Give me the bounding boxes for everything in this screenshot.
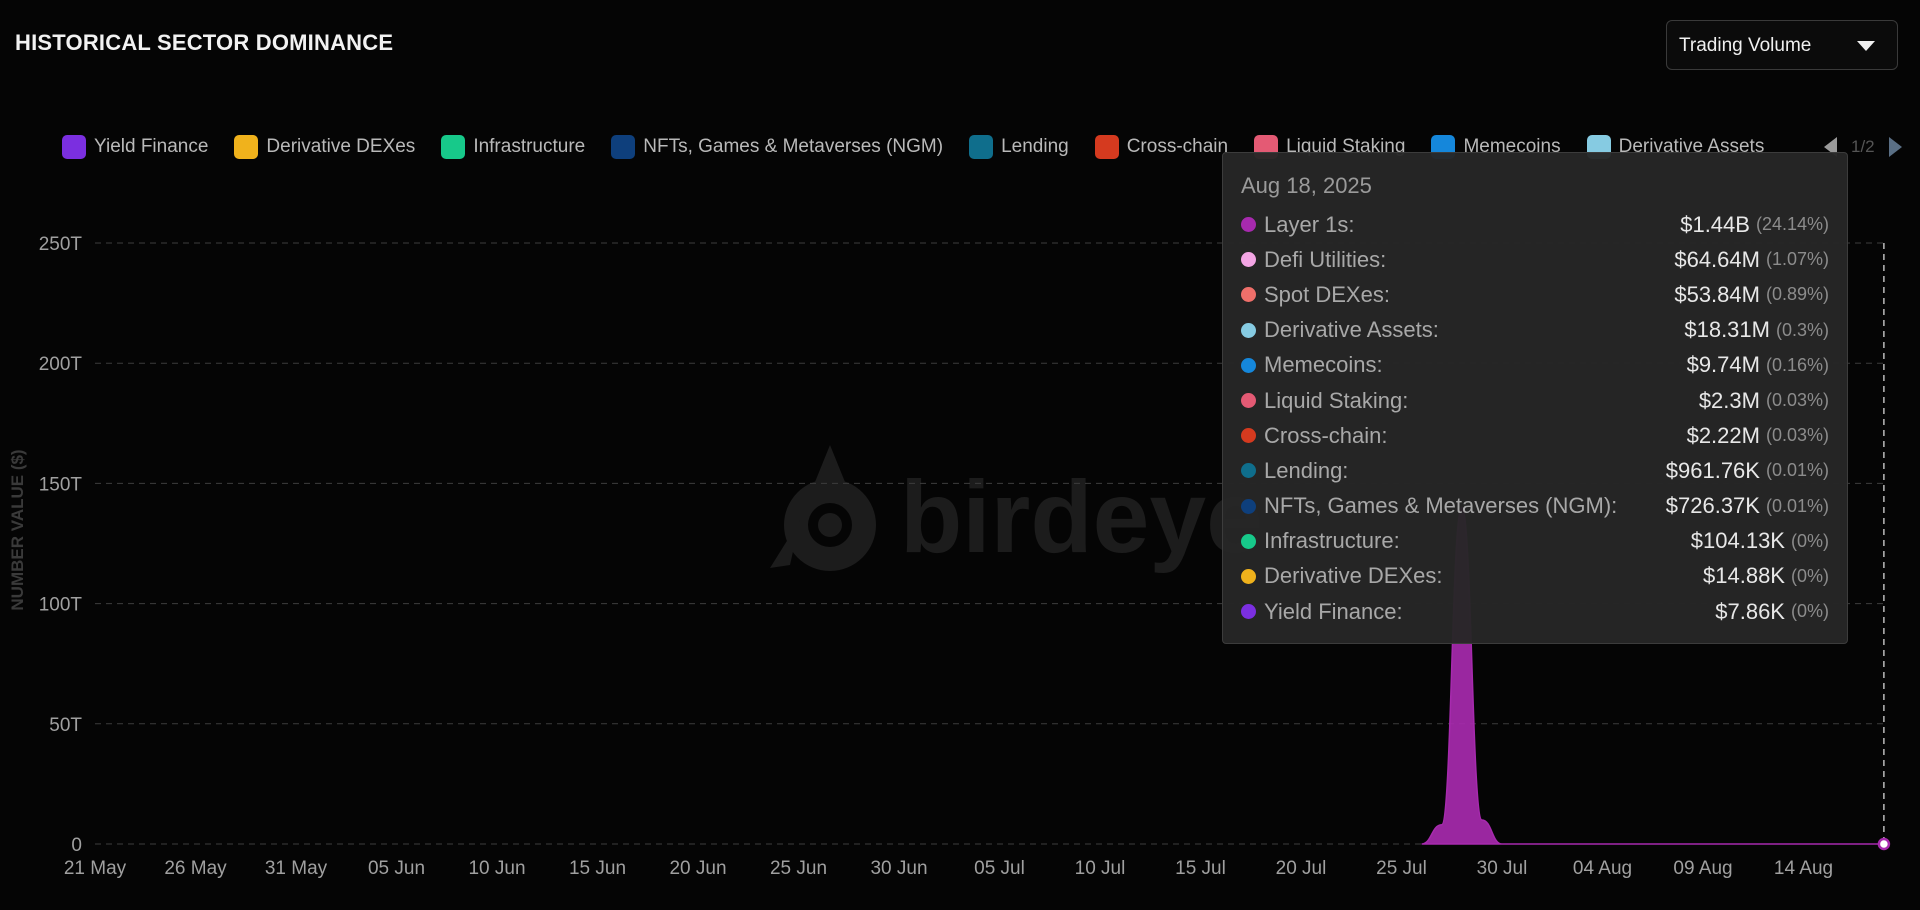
y-tick-label: 50T [49,715,82,736]
tooltip-row: Memecoins: $9.74M (0.16%) [1241,348,1829,383]
tooltip-series-value: $1.44B [1680,211,1750,237]
tooltip-series-dot [1241,393,1256,409]
tooltip-series-value: $726.37K [1665,493,1760,519]
x-tick-label: 05 Jun [368,858,425,879]
tooltip-series-pct: (0%) [1790,530,1829,551]
tooltip-series-name: Liquid Staking: [1264,387,1409,413]
tooltip-series-dot [1241,498,1256,514]
tooltip-row: NFTs, Games & Metaverses (NGM): $726.37K(… [1241,489,1829,524]
x-tick-label: 09 Aug [1673,858,1732,879]
x-tick-label: 14 Aug [1774,858,1833,879]
x-tick-label: 15 Jun [569,858,626,879]
x-tick-label: 30 Jul [1477,858,1528,879]
y-tick-label: 150T [39,474,83,495]
tooltip-series-pct: (0.3%) [1775,319,1829,340]
tooltip-series-name: Derivative DEXes: [1264,563,1443,589]
tooltip-series-value: $2.3M [1698,387,1760,413]
x-tick-label: 04 Aug [1573,858,1632,879]
tooltip-series-value: $961.76K [1665,457,1760,483]
tooltip-series-value: $18.31M [1684,317,1770,343]
tooltip-row: Infrastructure: $104.13K (0%) [1241,524,1829,559]
birdeye-watermark-text: birdeye [900,460,1263,574]
tooltip-series-value: $2.22M [1686,422,1760,448]
tooltip-series-name: Lending: [1264,457,1349,483]
y-tick-label: 0 [71,835,82,856]
tooltip-series-dot [1241,217,1256,233]
y-tick-label: 100T [39,595,83,616]
x-tick-label: 20 Jun [669,858,726,879]
tooltip-series-dot [1241,357,1256,373]
x-tick-label: 30 Jun [870,858,927,879]
y-tick-label: 250T [39,234,83,255]
tooltip-series-value: $14.88K [1703,563,1785,589]
tooltip-row: Spot DEXes: $53.84M (0.89%) [1241,277,1829,312]
hover-point-marker [1877,837,1891,851]
x-tick-label: 31 May [265,858,328,879]
tooltip-row: Liquid Staking: $2.3M (0.03%) [1241,383,1829,418]
tooltip-series-pct: (1.07%) [1765,249,1829,270]
tooltip-row: Layer 1s: $1.44B (24.14%) [1241,207,1829,242]
tooltip-series-value: $64.64M [1674,246,1760,272]
tooltip-series-value: $9.74M [1686,352,1760,378]
tooltip-series-name: Cross-chain: [1264,422,1388,448]
x-tick-label: 25 Jul [1376,858,1427,879]
tooltip-row: Lending: $961.76K (0.01%) [1241,453,1829,488]
x-tick-label: 25 Jun [770,858,827,879]
tooltip-series-value: $53.84M [1674,281,1760,307]
tooltip-series-dot [1241,604,1256,620]
tooltip-series-dot [1241,463,1256,479]
tooltip-row: Derivative Assets: $18.31M (0.3%) [1241,313,1829,348]
tooltip-series-name: Spot DEXes: [1264,281,1390,307]
tooltip-row: Yield Finance: $7.86K (0%) [1241,594,1829,629]
tooltip-series-pct: (0.89%) [1765,284,1829,305]
tooltip-series-name: Infrastructure: [1264,528,1400,554]
tooltip-series-name: Yield Finance: [1264,598,1403,624]
tooltip-date: Aug 18, 2025 [1241,173,1372,198]
birdeye-watermark: birdeye [770,445,1263,574]
tooltip-series-name: Derivative Assets: [1264,317,1439,343]
tooltip-row: Derivative DEXes: $14.88K (0%) [1241,559,1829,594]
x-tick-label: 15 Jul [1175,858,1226,879]
tooltip-series-value: $7.86K [1715,598,1785,624]
tooltip-series-name: Defi Utilities: [1264,246,1387,272]
tooltip-series-pct: (24.14%) [1755,214,1829,235]
tooltip-series-value: $104.13K [1690,528,1785,554]
tooltip-series-dot [1241,287,1256,303]
x-tick-label: 05 Jul [974,858,1025,879]
chart-tooltip: Aug 18, 2025 Layer 1s: $1.44B (24.14%) Defi… [1222,152,1848,644]
tooltip-series-pct: (0.03%) [1765,425,1829,446]
tooltip-row: Defi Utilities: $64.64M (1.07%) [1241,242,1829,277]
tooltip-series-pct: (0%) [1790,601,1829,622]
x-tick-label: 21 May [64,858,127,879]
tooltip-series-pct: (0%) [1790,565,1829,586]
tooltip-row: Cross-chain: $2.22M (0.03%) [1241,418,1829,453]
tooltip-series-name: Memecoins: [1264,352,1383,378]
tooltip-series-dot [1241,252,1256,268]
x-tick-label: 10 Jun [468,858,525,879]
tooltip-series-dot [1241,428,1256,444]
x-tick-label: 20 Jul [1276,858,1327,879]
tooltip-series-pct: (0.01%) [1765,495,1829,516]
tooltip-series-name: Layer 1s: [1264,211,1355,237]
tooltip-series-pct: (0.01%) [1765,460,1829,481]
tooltip-series-dot [1241,322,1256,338]
tooltip-series-dot [1241,533,1256,549]
x-tick-label: 10 Jul [1075,858,1126,879]
tooltip-series-dot [1241,568,1256,584]
tooltip-series-pct: (0.03%) [1765,390,1829,411]
tooltip-series-pct: (0.16%) [1765,354,1829,375]
x-tick-label: 26 May [164,858,227,879]
tooltip-series-name: NFTs, Games & Metaverses (NGM): [1264,493,1618,519]
y-tick-label: 200T [39,354,83,375]
